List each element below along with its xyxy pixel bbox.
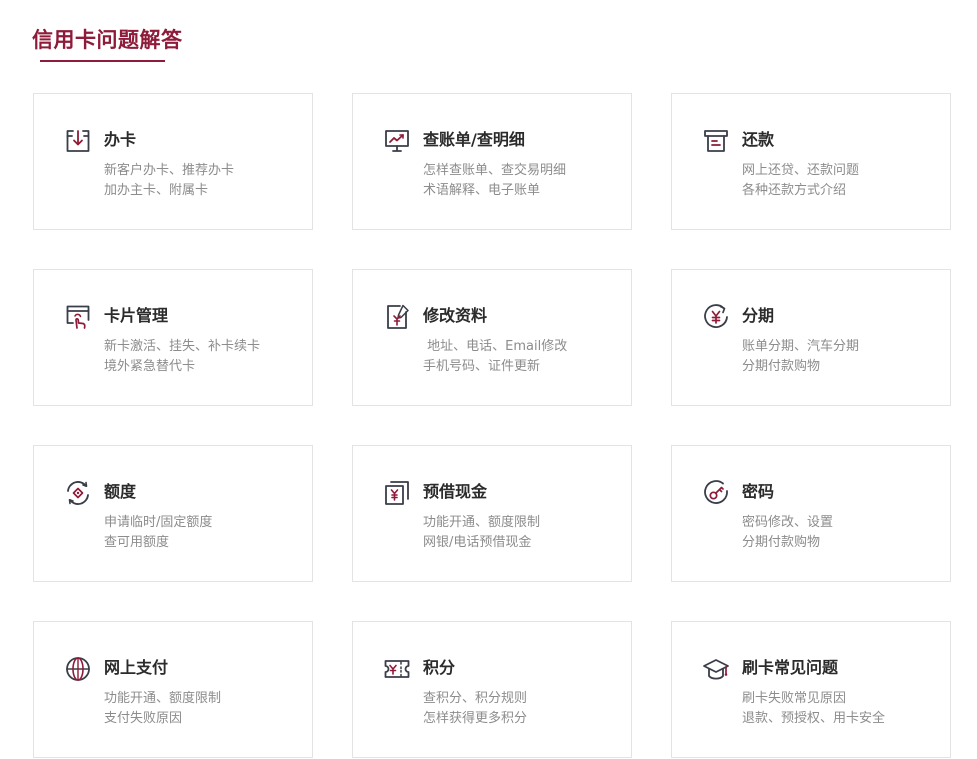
card-title: 卡片管理 <box>104 306 169 325</box>
monitor-chart-icon <box>383 127 411 155</box>
card-title: 额度 <box>104 482 137 501</box>
card-desc-line: 新客户办卡、推荐办卡 <box>104 163 235 178</box>
document-edit-icon <box>383 303 411 331</box>
card-description: 怎样查账单、查交易明细 术语解释、电子账单 <box>423 161 566 201</box>
card-description: 账单分期、汽车分期 分期付款购物 <box>742 337 859 377</box>
card-desc-line: 加办主卡、附属卡 <box>104 183 209 198</box>
card-description: 功能开通、额度限制 支付失败原因 <box>104 689 221 729</box>
faq-card-cash-advance[interactable]: 预借现金 功能开通、额度限制 网银/电话预借现金 <box>352 445 632 582</box>
faq-card-card-management[interactable]: 卡片管理 新卡激活、挂失、补卡续卡 境外紧急替代卡 <box>33 269 313 406</box>
card-desc-line: 申请临时/固定额度 <box>104 515 213 530</box>
card-desc-line: 网银/电话预借现金 <box>423 535 532 550</box>
card-desc-line: 支付失败原因 <box>104 711 183 726</box>
card-desc-line: 功能开通、额度限制 <box>104 691 222 706</box>
faq-card-online-payment[interactable]: 网上支付 功能开通、额度限制 支付失败原因 <box>33 621 313 758</box>
title-underline <box>40 60 165 62</box>
card-desc-line: 账单分期、汽车分期 <box>742 339 860 354</box>
faq-grid: 办卡 新客户办卡、推荐办卡 加办主卡、附属卡 查账单/查明细 怎样查账单、查交易… <box>33 93 951 758</box>
card-desc-line: 新卡激活、挂失、补卡续卡 <box>104 339 261 354</box>
faq-card-apply[interactable]: 办卡 新客户办卡、推荐办卡 加办主卡、附属卡 <box>33 93 313 230</box>
card-title: 网上支付 <box>104 658 169 677</box>
card-description: 功能开通、额度限制 网银/电话预借现金 <box>423 513 540 553</box>
card-description: 密码修改、设置 分期付款购物 <box>742 513 833 553</box>
card-desc-line: 密码修改、设置 <box>742 515 834 530</box>
cash-advance-icon <box>383 479 411 507</box>
globe-icon <box>64 655 92 683</box>
card-desc-line: 网上还贷、还款问题 <box>742 163 860 178</box>
card-desc-line: 功能开通、额度限制 <box>423 515 541 530</box>
card-description: 网上还贷、还款问题 各种还款方式介绍 <box>742 161 859 201</box>
faq-card-points[interactable]: 积分 查积分、积分规则 怎样获得更多积分 <box>352 621 632 758</box>
faq-card-statement[interactable]: 查账单/查明细 怎样查账单、查交易明细 术语解释、电子账单 <box>352 93 632 230</box>
key-circle-icon <box>702 479 730 507</box>
graduation-cap-icon <box>702 655 730 683</box>
faq-card-repayment[interactable]: 还款 网上还贷、还款问题 各种还款方式介绍 <box>671 93 951 230</box>
card-description: 申请临时/固定额度 查可用额度 <box>104 513 212 553</box>
card-title: 密码 <box>742 482 775 501</box>
faq-card-installment[interactable]: 分期 账单分期、汽车分期 分期付款购物 <box>671 269 951 406</box>
card-title: 修改资料 <box>423 306 488 325</box>
card-desc-line: 查可用额度 <box>104 535 170 550</box>
ticket-icon <box>383 655 411 683</box>
card-desc-line: 各种还款方式介绍 <box>742 183 847 198</box>
card-desc-line: 地址、电话、Email修改 <box>423 339 568 354</box>
card-desc-line: 境外紧急替代卡 <box>104 359 196 374</box>
card-desc-line: 术语解释、电子账单 <box>423 183 541 198</box>
card-title: 积分 <box>423 658 456 677</box>
card-touch-icon <box>64 303 92 331</box>
faq-card-card-usage[interactable]: 刷卡常见问题 刷卡失败常见原因 退款、预授权、用卡安全 <box>671 621 951 758</box>
receipt-icon <box>702 127 730 155</box>
faq-card-password[interactable]: 密码 密码修改、设置 分期付款购物 <box>671 445 951 582</box>
card-desc-line: 查积分、积分规则 <box>423 691 528 706</box>
card-desc-line: 怎样查账单、查交易明细 <box>423 163 567 178</box>
card-description: 新客户办卡、推荐办卡 加办主卡、附属卡 <box>104 161 234 201</box>
faq-card-edit-info[interactable]: 修改资料 地址、电话、Email修改 手机号码、证件更新 <box>352 269 632 406</box>
card-title: 查账单/查明细 <box>423 130 525 149</box>
limit-cycle-icon <box>64 479 92 507</box>
card-desc-line: 手机号码、证件更新 <box>423 359 541 374</box>
card-desc-line: 退款、预授权、用卡安全 <box>742 711 886 726</box>
card-desc-line: 分期付款购物 <box>742 535 821 550</box>
card-description: 刷卡失败常见原因 退款、预授权、用卡安全 <box>742 689 885 729</box>
card-title: 刷卡常见问题 <box>742 658 839 677</box>
card-title: 还款 <box>742 130 775 149</box>
card-desc-line: 分期付款购物 <box>742 359 821 374</box>
page-title: 信用卡问题解答 <box>32 28 183 52</box>
card-apply-icon <box>64 127 92 155</box>
card-title: 办卡 <box>104 130 137 149</box>
card-description: 新卡激活、挂失、补卡续卡 境外紧急替代卡 <box>104 337 260 377</box>
card-description: 地址、电话、Email修改 手机号码、证件更新 <box>423 337 567 377</box>
faq-card-credit-limit[interactable]: 额度 申请临时/固定额度 查可用额度 <box>33 445 313 582</box>
card-title: 预借现金 <box>423 482 488 501</box>
card-description: 查积分、积分规则 怎样获得更多积分 <box>423 689 527 729</box>
card-title: 分期 <box>742 306 775 325</box>
card-desc-line: 刷卡失败常见原因 <box>742 691 847 706</box>
yen-cycle-icon <box>702 303 730 331</box>
card-desc-line: 怎样获得更多积分 <box>423 711 528 726</box>
